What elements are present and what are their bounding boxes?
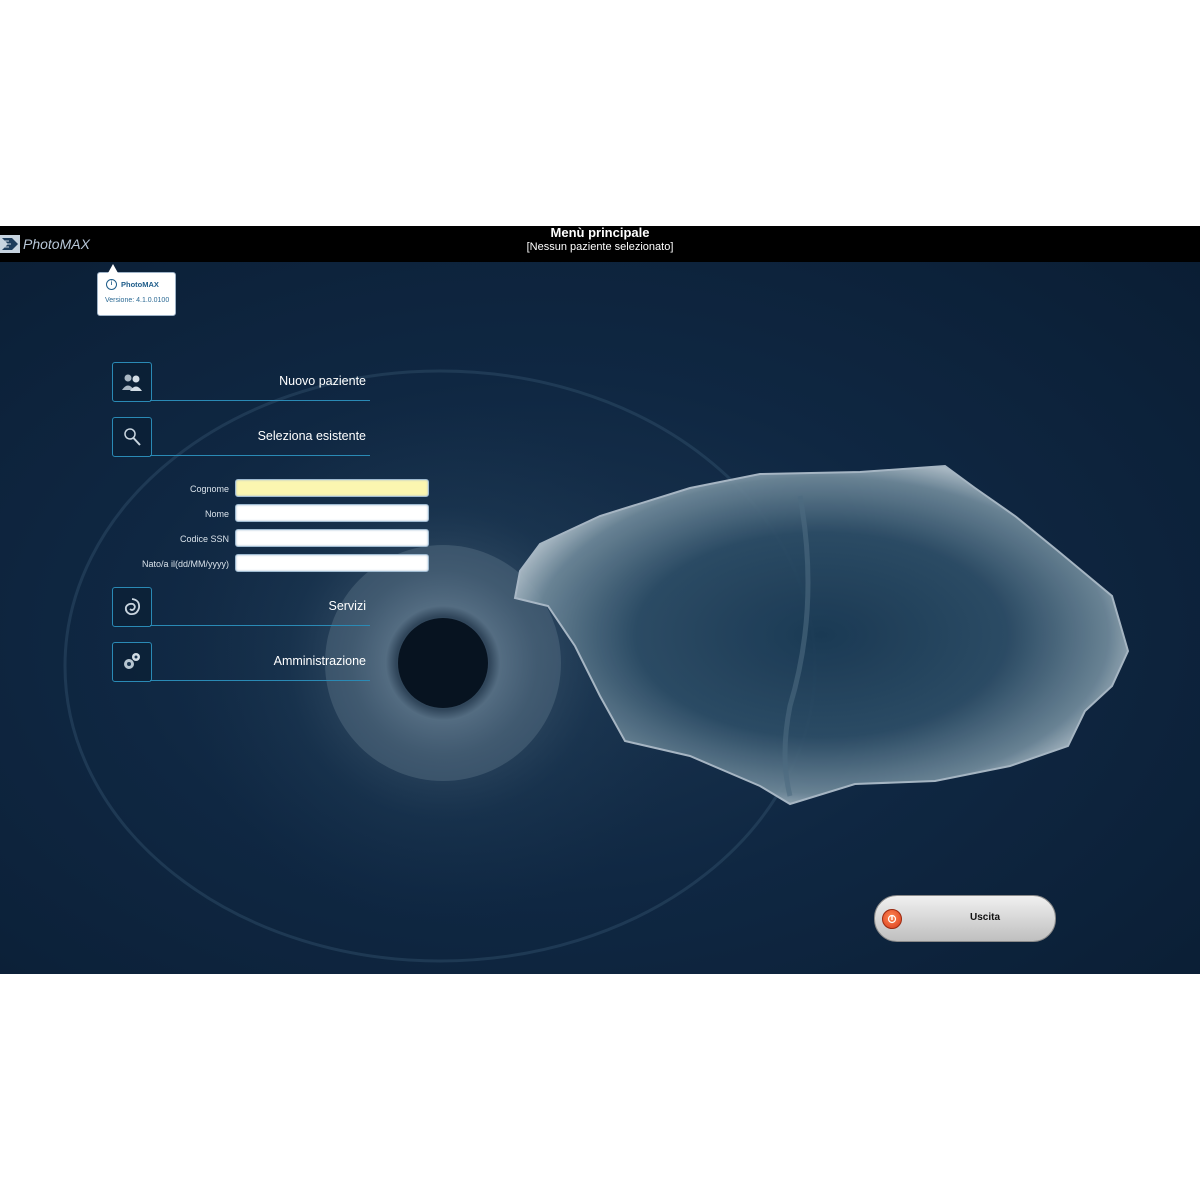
divider bbox=[150, 399, 370, 401]
services-button[interactable]: Servizi bbox=[112, 587, 370, 629]
users-icon bbox=[112, 362, 152, 402]
version-tooltip: i PhotoMAX Versione: 4.1.0.0100 bbox=[97, 264, 176, 316]
title-bar: Menù principale [Nessun paziente selezio… bbox=[0, 226, 1200, 262]
name-row: Nome bbox=[120, 504, 429, 526]
divider bbox=[150, 679, 370, 681]
info-icon: i bbox=[106, 279, 117, 290]
divider bbox=[150, 624, 370, 626]
patient-status: [Nessun paziente selezionato] bbox=[526, 241, 674, 253]
select-existing-label: Seleziona esistente bbox=[257, 429, 366, 443]
divider bbox=[150, 454, 370, 456]
birthdate-label: Nato/a il(dd/MM/yyyy) bbox=[141, 559, 229, 569]
gears-icon bbox=[112, 642, 152, 682]
surname-input[interactable] bbox=[235, 479, 429, 497]
swirl-icon bbox=[112, 587, 152, 627]
new-patient-button[interactable]: Nuovo paziente bbox=[112, 362, 370, 404]
exit-button[interactable]: Uscita bbox=[874, 895, 1056, 942]
name-input[interactable] bbox=[235, 504, 429, 522]
ssn-input[interactable] bbox=[235, 529, 429, 547]
page-title: Menù principale bbox=[550, 226, 650, 240]
new-patient-label: Nuovo paziente bbox=[279, 374, 366, 388]
surname-label: Cognome bbox=[189, 484, 229, 494]
logo-icon bbox=[0, 235, 20, 253]
main-window: Menù principale [Nessun paziente selezio… bbox=[0, 226, 1200, 974]
power-icon bbox=[882, 909, 902, 929]
tooltip-app-name: PhotoMAX bbox=[121, 280, 159, 289]
name-label: Nome bbox=[204, 509, 229, 519]
tooltip-version: Versione: 4.1.0.0100 bbox=[105, 297, 170, 304]
administration-button[interactable]: Amministrazione bbox=[112, 642, 370, 684]
app-logo: PhotoMAX bbox=[0, 233, 90, 255]
birthdate-input[interactable] bbox=[235, 554, 429, 572]
exit-label: Uscita bbox=[970, 912, 1001, 923]
logo-text: PhotoMAX bbox=[23, 236, 90, 252]
select-existing-button[interactable]: Seleziona esistente bbox=[112, 417, 370, 459]
magnifier-icon bbox=[112, 417, 152, 457]
birthdate-row: Nato/a il(dd/MM/yyyy) bbox=[120, 554, 429, 576]
surname-row: Cognome bbox=[120, 479, 429, 501]
tooltip-title: i PhotoMAX bbox=[106, 279, 159, 290]
services-label: Servizi bbox=[328, 599, 366, 613]
ssn-row: Codice SSN bbox=[120, 529, 429, 551]
administration-label: Amministrazione bbox=[273, 654, 366, 668]
ssn-label: Codice SSN bbox=[179, 534, 229, 544]
